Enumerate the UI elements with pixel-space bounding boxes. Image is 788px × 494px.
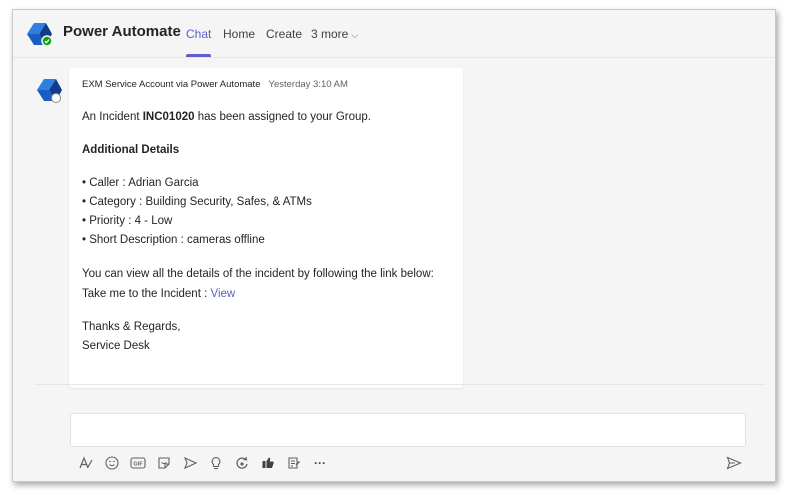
incident-link-line: Take me to the Incident : View bbox=[82, 288, 235, 300]
view-instructions: You can view all the details of the inci… bbox=[82, 268, 434, 280]
svg-text:GIF: GIF bbox=[133, 462, 143, 468]
power-automate-logo-icon bbox=[27, 23, 53, 47]
compose-toolbar: GIF ··· bbox=[73, 454, 333, 472]
more-options-icon[interactable]: ··· bbox=[307, 454, 333, 472]
link-prefix: Take me to the Incident : bbox=[82, 288, 211, 300]
detail-caller: • Caller : Adrian Garcia bbox=[82, 177, 199, 189]
tab-more-label: 3 more bbox=[311, 27, 349, 41]
presence-status-icon bbox=[51, 93, 61, 103]
compose-message-input[interactable] bbox=[70, 413, 746, 447]
updates-icon[interactable] bbox=[281, 454, 307, 472]
app-header: Power Automate Chat Home Create 3 more ⌵ bbox=[13, 10, 775, 58]
tab-more[interactable]: 3 more ⌵ bbox=[311, 27, 358, 41]
details-heading: Additional Details bbox=[82, 144, 180, 156]
view-incident-link[interactable]: View bbox=[211, 288, 236, 300]
app-window: Power Automate Chat Home Create 3 more ⌵ … bbox=[12, 9, 776, 482]
approvals-icon[interactable] bbox=[255, 454, 281, 472]
active-tab-indicator bbox=[186, 54, 211, 57]
chevron-down-icon: ⌵ bbox=[351, 30, 359, 40]
detail-priority: • Priority : 4 - Low bbox=[82, 215, 173, 227]
loop-icon[interactable] bbox=[229, 454, 255, 472]
detail-short-description: • Short Description : cameras offline bbox=[82, 234, 265, 246]
tab-create[interactable]: Create bbox=[266, 27, 302, 41]
tab-chat[interactable]: Chat bbox=[186, 27, 211, 41]
incident-intro: An Incident INC01020 has been assigned t… bbox=[82, 111, 371, 123]
message-header: EXM Service Account via Power Automate Ye… bbox=[82, 79, 348, 90]
intro-suffix: has been assigned to your Group. bbox=[194, 111, 371, 123]
closing-signature: Service Desk bbox=[82, 340, 150, 352]
closing-regards: Thanks & Regards, bbox=[82, 321, 181, 333]
message-card: EXM Service Account via Power Automate Ye… bbox=[69, 68, 463, 388]
detail-category: • Category : Building Security, Safes, &… bbox=[82, 196, 312, 208]
emoji-icon[interactable] bbox=[99, 454, 125, 472]
tab-home[interactable]: Home bbox=[223, 27, 255, 41]
divider bbox=[35, 384, 765, 385]
sender-name: EXM Service Account via Power Automate bbox=[82, 79, 261, 90]
gif-icon[interactable]: GIF bbox=[125, 454, 151, 472]
message-timestamp: Yesterday 3:10 AM bbox=[268, 79, 348, 90]
sticker-icon[interactable] bbox=[151, 454, 177, 472]
send-icon[interactable] bbox=[724, 454, 744, 472]
incident-number: INC01020 bbox=[142, 111, 195, 123]
app-title: Power Automate bbox=[63, 23, 181, 40]
intro-prefix: An Incident bbox=[82, 111, 143, 123]
format-icon[interactable] bbox=[73, 454, 99, 472]
praise-icon[interactable] bbox=[203, 454, 229, 472]
meet-now-icon[interactable] bbox=[177, 454, 203, 472]
